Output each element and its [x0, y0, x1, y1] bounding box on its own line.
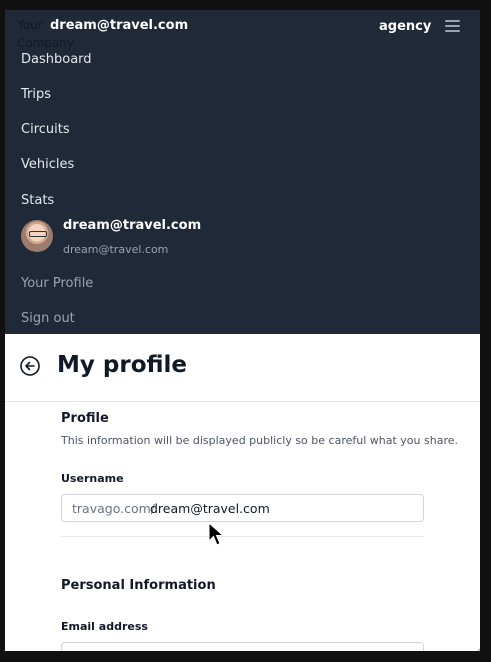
mobile-nav-menu: Your Company dream@travel.com agency Das… — [5, 10, 480, 334]
user-name: dream@travel.com — [63, 218, 202, 233]
role-label: agency — [379, 19, 432, 34]
nav-item-trips[interactable]: Trips — [21, 87, 51, 102]
user-email: dream@travel.com — [63, 243, 169, 256]
email-label: Email address — [61, 620, 148, 633]
menu-item-sign-out[interactable]: Sign out — [21, 311, 75, 326]
username-prefix: travago.com/ — [72, 501, 156, 516]
username-label: Username — [61, 472, 124, 485]
nav-item-stats[interactable]: Stats — [21, 193, 54, 208]
arrow-left-circle-icon[interactable] — [20, 356, 40, 376]
header-email: dream@travel.com — [50, 18, 189, 33]
page-header: My profile — [5, 334, 480, 402]
nav-item-circuits[interactable]: Circuits — [21, 122, 70, 137]
menu-item-your-profile[interactable]: Your Profile — [21, 276, 93, 291]
page-title: My profile — [57, 352, 188, 378]
profile-section-title: Profile — [61, 411, 109, 426]
email-field[interactable] — [61, 642, 424, 651]
hamburger-icon[interactable] — [445, 20, 460, 32]
username-input[interactable] — [150, 499, 410, 517]
nav-item-dashboard[interactable]: Dashboard — [21, 52, 92, 67]
personal-section-title: Personal Information — [61, 578, 216, 593]
avatar — [21, 220, 53, 252]
nav-item-vehicles[interactable]: Vehicles — [21, 157, 74, 172]
section-divider — [61, 536, 424, 537]
app-window: Your Company dream@travel.com agency Das… — [5, 10, 480, 651]
resize-handle-icon[interactable] — [470, 646, 480, 651]
mouse-cursor-icon — [208, 522, 225, 546]
profile-description: This information will be displayed publi… — [61, 434, 458, 447]
username-field: travago.com/ — [61, 494, 424, 522]
